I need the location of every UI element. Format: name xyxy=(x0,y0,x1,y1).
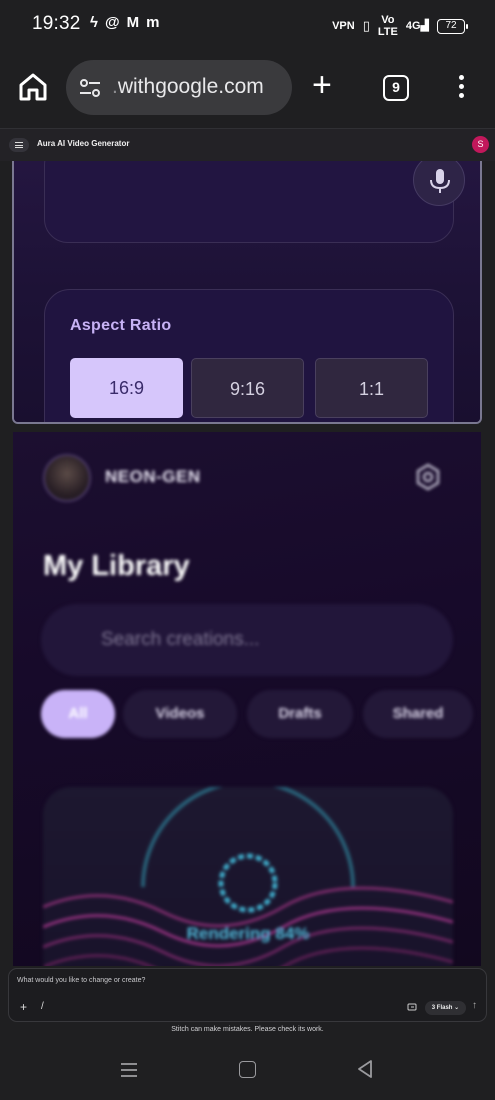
volte-icon: Vo LTE xyxy=(378,14,398,38)
filter-chip-videos[interactable]: Videos xyxy=(123,690,237,738)
app-title: Aura AI Video Generator xyxy=(37,139,130,148)
address-bar[interactable]: .withgoogle.com xyxy=(66,60,292,115)
filter-chip-drafts[interactable]: Drafts xyxy=(247,690,353,738)
microphone-icon xyxy=(430,169,450,193)
network-type: 4G xyxy=(405,20,421,32)
vpn-icon: VPN xyxy=(332,20,355,32)
disclaimer-text: Stitch can make mistakes. Please check i… xyxy=(171,1026,324,1033)
battery-icon: 72 xyxy=(437,18,468,34)
more-menu-icon[interactable] xyxy=(455,75,467,103)
library-content: NEON-GEN My Library Search creations... … xyxy=(13,432,481,966)
tab-switcher-button[interactable]: 9 xyxy=(383,75,409,101)
library-title: My Library xyxy=(43,550,190,582)
nav-home-icon[interactable] xyxy=(239,1061,256,1078)
filter-chip-all[interactable]: All xyxy=(41,690,115,738)
add-attachment-icon[interactable]: + xyxy=(20,1000,27,1014)
volte-top: Vo xyxy=(381,14,395,26)
prompt-card[interactable] xyxy=(44,161,465,243)
edit-prompt-box[interactable]: What would you like to change or create?… xyxy=(8,968,487,1022)
new-tab-button[interactable]: + xyxy=(312,68,332,102)
library-username: NEON-GEN xyxy=(105,467,201,486)
notification-icons: ϟ @ M m xyxy=(90,14,159,32)
site-settings-icon[interactable] xyxy=(78,76,102,100)
m-app-icon: m xyxy=(146,14,160,31)
aspect-9-16-button[interactable]: 9:16 xyxy=(191,358,304,418)
library-screen-preview[interactable]: NEON-GEN My Library Search creations... … xyxy=(13,432,481,966)
aspect-ratio-card: Aspect Ratio 16:9 9:16 1:1 xyxy=(44,289,454,422)
mic-button[interactable] xyxy=(413,161,465,206)
back-icon[interactable] xyxy=(355,1059,375,1079)
home-icon[interactable] xyxy=(16,70,50,104)
app-header: Aura AI Video Generator S xyxy=(0,128,495,161)
flash-icon: ϟ xyxy=(90,14,98,31)
user-avatar[interactable]: S xyxy=(472,136,489,153)
model-selector[interactable]: 3 Flash ⌄ xyxy=(425,1001,466,1015)
vibrate-icon: ▯ xyxy=(362,18,370,33)
threads-icon: @ xyxy=(104,14,120,31)
settings-gear-icon[interactable] xyxy=(413,462,443,492)
slash-command-icon[interactable]: / xyxy=(41,1001,44,1012)
filter-chip-shared[interactable]: Shared xyxy=(363,690,473,738)
battery-level: 72 xyxy=(445,19,457,31)
volte-bottom: LTE xyxy=(377,26,398,38)
hamburger-menu-icon[interactable] xyxy=(9,138,29,152)
url-domain: withgoogle.com xyxy=(117,75,264,98)
model-label: 3 Flash xyxy=(431,1005,453,1011)
search-placeholder: Search creations... xyxy=(101,629,260,650)
status-bar: 19:32 ϟ @ M m VPN ▯ Vo LTE 4G▟ 72 xyxy=(0,0,495,48)
gmail-icon: M xyxy=(126,14,140,31)
signal-icon: 4G▟ xyxy=(405,20,429,32)
prompt-placeholder[interactable]: What would you like to change or create? xyxy=(17,977,145,984)
rendering-media-card[interactable]: Rendering 84% xyxy=(43,787,453,966)
browser-toolbar: .withgoogle.com + 9 xyxy=(0,48,495,128)
send-arrow-icon[interactable]: ↑ xyxy=(472,1000,477,1011)
aspect-ratio-title: Aspect Ratio xyxy=(70,317,172,334)
profile-avatar[interactable] xyxy=(43,454,91,502)
recents-icon[interactable] xyxy=(120,1062,138,1078)
url-text[interactable]: .withgoogle.com xyxy=(112,75,264,99)
system-nav-bar xyxy=(0,1040,495,1100)
aspect-1-1-button[interactable]: 1:1 xyxy=(315,358,428,418)
render-progress-label: Rendering 84% xyxy=(186,924,310,943)
library-search-input[interactable]: Search creations... xyxy=(41,604,453,676)
status-time: 19:32 xyxy=(32,13,81,34)
generator-screen-preview[interactable]: Aspect Ratio 16:9 9:16 1:1 xyxy=(12,161,482,424)
screen-capture-icon[interactable] xyxy=(407,1002,417,1012)
system-icons: VPN ▯ Vo LTE 4G▟ 72 xyxy=(332,14,468,38)
aspect-16-9-button[interactable]: 16:9 xyxy=(70,358,183,418)
